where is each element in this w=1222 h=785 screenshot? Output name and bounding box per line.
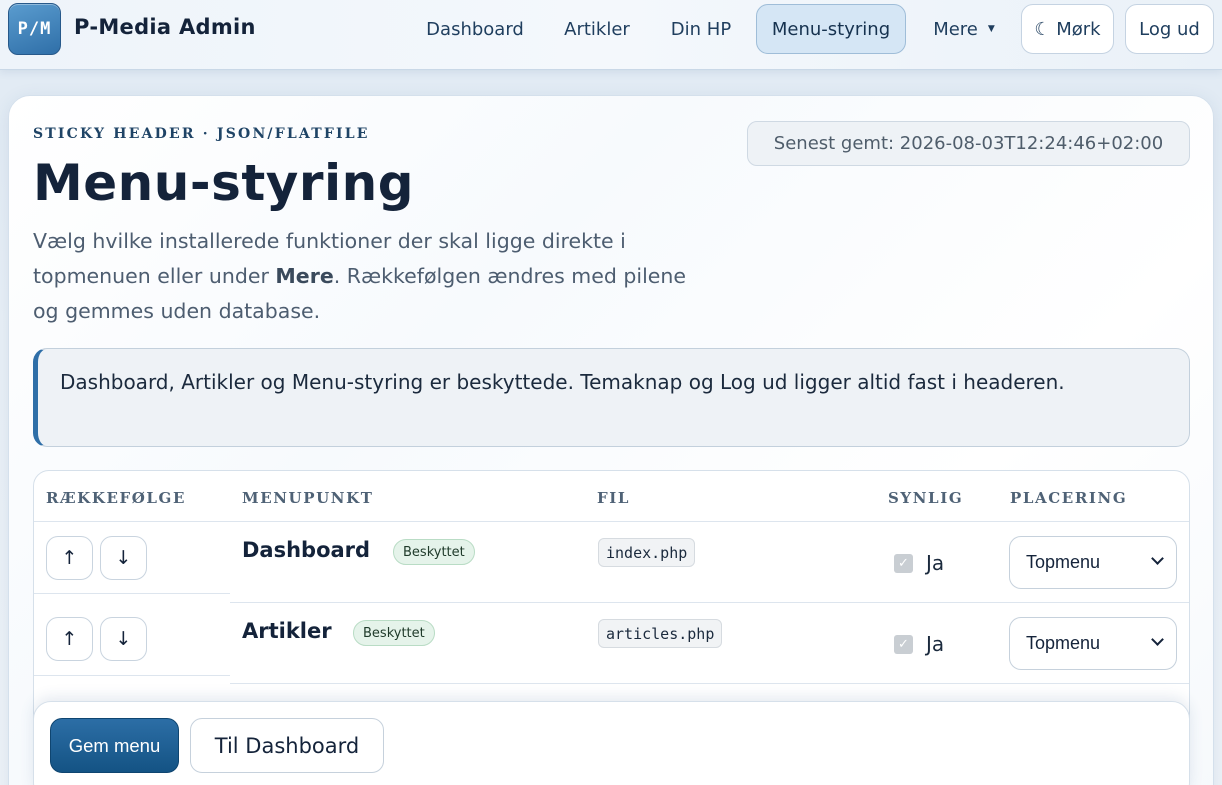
nav-menu-styring-label: Menu-styring xyxy=(771,18,891,40)
file-name: articles.php xyxy=(598,619,723,648)
nav-dashboard-label: Dashboard xyxy=(426,18,524,40)
save-menu-button[interactable]: Gem menu xyxy=(50,718,179,773)
logo[interactable]: P/M xyxy=(8,3,61,55)
nav-artikler[interactable]: Artikler xyxy=(549,4,645,54)
menu-item-name: Artikler xyxy=(242,619,332,643)
top-header: P/M P-Media Admin Dashboard Artikler Din… xyxy=(0,0,1222,70)
nav-din-hp-label: Din HP xyxy=(670,18,732,40)
table-row: ↑ ↓ Dashboard Beskyttet index.php ✓ Ja T… xyxy=(34,522,1189,603)
page-eyebrow: STICKY HEADER · JSON/FLATFILE xyxy=(33,126,370,142)
placement-select[interactable]: Topmenu xyxy=(1009,617,1177,670)
visible-label: Ja xyxy=(926,632,945,656)
chevron-down-icon xyxy=(1151,633,1164,646)
visible-checkbox[interactable]: ✓ xyxy=(894,635,913,654)
nav-menu-styring[interactable]: Menu-styring xyxy=(756,4,906,54)
move-up-button[interactable]: ↑ xyxy=(46,617,93,661)
lead-bold: Mere xyxy=(275,264,334,288)
placement-value: Topmenu xyxy=(1026,552,1101,572)
app-title: P-Media Admin xyxy=(74,15,256,39)
caret-down-icon: ▼ xyxy=(987,24,995,34)
nav-din-hp[interactable]: Din HP xyxy=(655,4,747,54)
protected-tag: Beskyttet xyxy=(353,620,435,646)
sticky-action-bar: Gem menu Til Dashboard xyxy=(33,701,1190,785)
table-row: ↑ ↓ Artikler Beskyttet articles.php ✓ Ja… xyxy=(34,603,1189,684)
menu-item-name: Dashboard xyxy=(242,538,371,562)
nav-mere-dropdown[interactable]: Mere ▼ xyxy=(916,4,1012,54)
back-to-dashboard-button[interactable]: Til Dashboard xyxy=(190,718,384,773)
nav-artikler-label: Artikler xyxy=(564,18,630,40)
col-header-order: RÆKKEFØLGE xyxy=(46,489,186,507)
move-down-button[interactable]: ↓ xyxy=(100,536,147,580)
visible-label: Ja xyxy=(926,551,945,575)
last-saved-badge: Senest gemt: 2026-08-03T12:24:46+02:00 xyxy=(747,121,1190,166)
row-divider xyxy=(230,683,1189,684)
col-header-file: FIL xyxy=(597,489,631,507)
file-name: index.php xyxy=(598,538,696,567)
row-divider xyxy=(34,593,230,594)
move-down-button[interactable]: ↓ xyxy=(100,617,147,661)
placement-value: Topmenu xyxy=(1026,633,1101,653)
placement-select[interactable]: Topmenu xyxy=(1009,536,1177,589)
col-header-item: MENUPUNKT xyxy=(242,489,374,507)
nav-dashboard[interactable]: Dashboard xyxy=(411,4,539,54)
logout-button[interactable]: Log ud xyxy=(1125,4,1214,54)
protected-notice: Dashboard, Artikler og Menu-styring er b… xyxy=(33,348,1190,447)
row-divider xyxy=(34,675,230,676)
col-header-visible: SYNLIG xyxy=(888,489,964,507)
visible-checkbox[interactable]: ✓ xyxy=(894,554,913,573)
protected-tag: Beskyttet xyxy=(393,539,475,565)
page-title: Menu-styring xyxy=(33,154,415,212)
page-lead: Vælg hvilke installerede funktioner der … xyxy=(33,224,713,329)
move-up-button[interactable]: ↑ xyxy=(46,536,93,580)
theme-toggle-button[interactable]: ☾ Mørk xyxy=(1021,4,1114,54)
nav-mere-label: Mere xyxy=(933,18,978,40)
chevron-down-icon xyxy=(1151,552,1164,565)
col-header-placement: PLACERING xyxy=(1010,489,1128,507)
